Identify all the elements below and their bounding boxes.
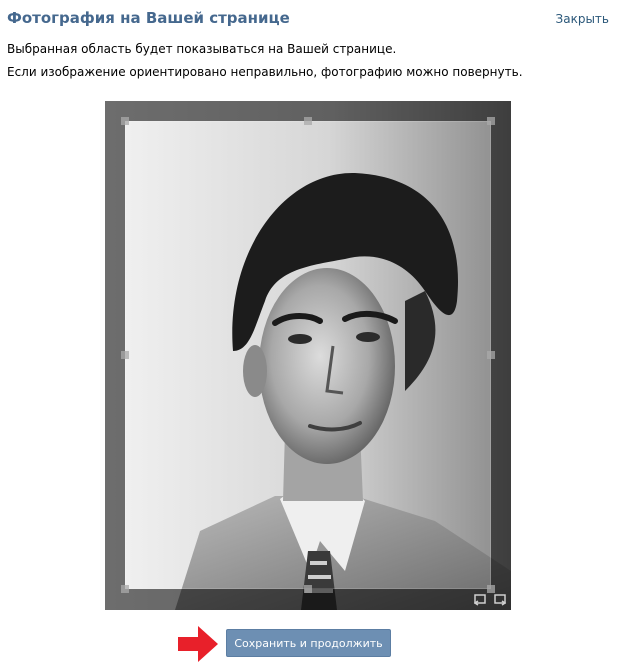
dialog-title: Фотография на Вашей странице	[7, 9, 290, 27]
crop-handle-bottom-left[interactable]	[121, 585, 129, 593]
crop-selection[interactable]	[125, 121, 491, 589]
crop-handle-top[interactable]	[304, 117, 312, 125]
crop-handle-top-left[interactable]	[121, 117, 129, 125]
dialog-header: Фотография на Вашей странице Закрыть	[0, 0, 620, 38]
red-arrow-right-icon	[178, 626, 218, 662]
description-line-1: Выбранная область будет показываться на …	[7, 42, 397, 56]
crop-handle-top-right[interactable]	[487, 117, 495, 125]
close-link[interactable]: Закрыть	[556, 12, 609, 26]
crop-handle-bottom[interactable]	[304, 585, 312, 593]
save-and-continue-button[interactable]: Сохранить и продолжить	[226, 629, 391, 657]
crop-handle-left[interactable]	[121, 351, 129, 359]
description-line-2: Если изображение ориентировано неправиль…	[7, 65, 523, 79]
photo-cropper[interactable]	[105, 101, 511, 610]
crop-handle-right[interactable]	[487, 351, 495, 359]
rotate-right-icon[interactable]	[492, 592, 506, 606]
rotate-left-icon[interactable]	[474, 592, 488, 606]
